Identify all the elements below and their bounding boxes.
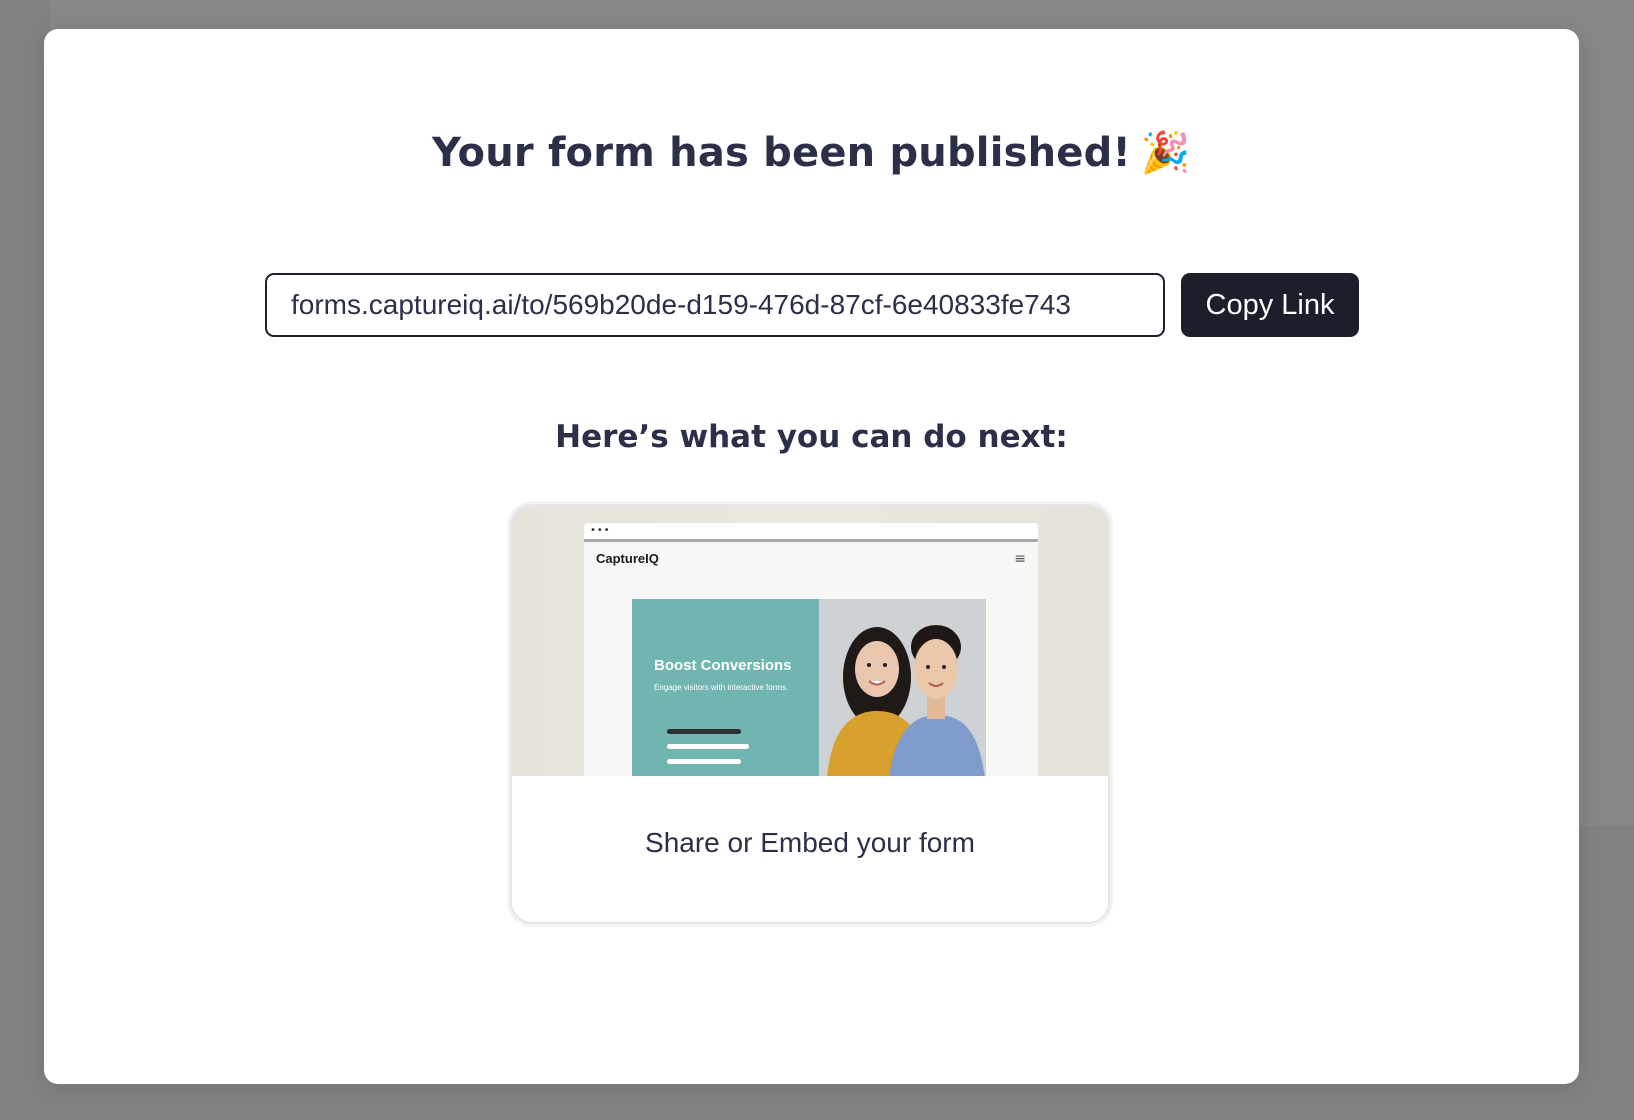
share-embed-card[interactable]: ••• CaptureIQ ≡ Boost Conversions Engage…: [510, 504, 1110, 924]
modal-title-text: Your form has been published!: [432, 130, 1131, 176]
preview-hero-panel: Boost Conversions Engage visitors with i…: [632, 599, 819, 776]
preview-browser-window: ••• CaptureIQ ≡ Boost Conversions Engage…: [584, 523, 1038, 776]
preview-hero-tagline: Engage visitors with interactive forms.: [654, 683, 789, 692]
preview-hero-headline: Boost Conversions: [654, 657, 792, 674]
publish-success-modal: Your form has been published!🎉 Copy Link…: [44, 29, 1579, 1084]
party-popper-icon: 🎉: [1140, 130, 1191, 176]
preview-browser-bar: •••: [584, 523, 1038, 542]
browser-dots-icon: •••: [590, 525, 611, 536]
preview-line-3: [667, 759, 741, 764]
preview-hero: Boost Conversions Engage visitors with i…: [632, 599, 986, 776]
modal-title: Your form has been published! 🎉: [44, 129, 1579, 176]
share-embed-preview-image: ••• CaptureIQ ≡ Boost Conversions Engage…: [512, 506, 1108, 776]
share-link-row: Copy Link: [265, 273, 1359, 337]
preview-brand-logo: CaptureIQ: [596, 551, 659, 566]
preview-hero-photo: [819, 599, 986, 776]
couple-photo-illustration: [819, 599, 986, 776]
copy-link-button[interactable]: Copy Link: [1181, 273, 1359, 337]
share-embed-card-label: Share or Embed your form: [645, 827, 975, 858]
next-steps-heading: Here’s what you can do next:: [555, 419, 1068, 455]
hamburger-icon: ≡: [1014, 551, 1026, 567]
preview-line-2: [667, 744, 749, 749]
preview-line-1: [667, 729, 741, 734]
form-link-input[interactable]: [265, 273, 1165, 337]
